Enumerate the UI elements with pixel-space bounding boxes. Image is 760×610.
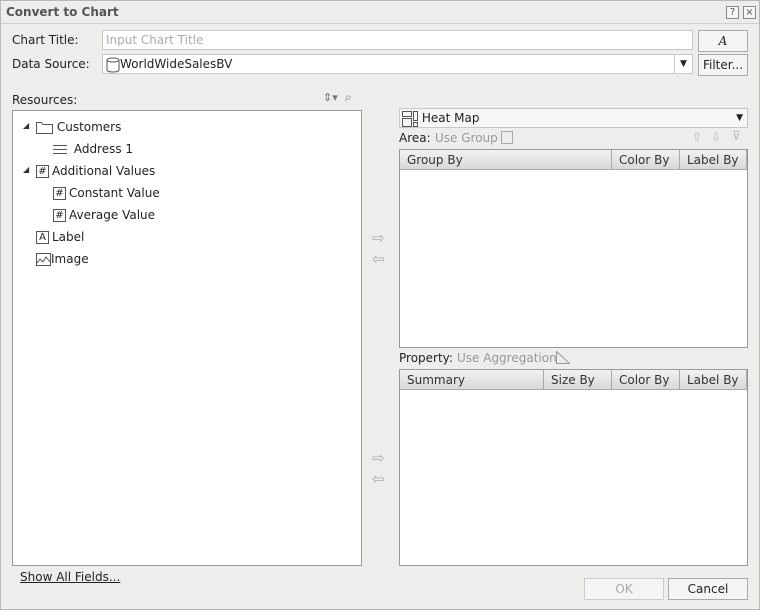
folder-icon — [36, 121, 53, 134]
close-icon[interactable]: × — [743, 6, 756, 19]
filter-icon[interactable]: ⊽ — [732, 129, 741, 143]
ok-button[interactable]: OK — [584, 578, 664, 600]
resources-tree: ◢ Customers Address 1 ◢ # Additional Valu… — [12, 110, 362, 566]
aggregation-icon[interactable] — [556, 351, 570, 364]
move-up-icon[interactable]: ⇧ — [692, 130, 702, 144]
area-grid-header: Group By Color By Label By — [400, 150, 747, 170]
remove-arrow-icon[interactable]: ⇦ — [372, 250, 385, 268]
dialog-title: Convert to Chart — [6, 5, 119, 19]
add-arrow-icon[interactable]: ⇨ — [372, 229, 385, 247]
use-aggregation-option[interactable]: Use Aggregation — [457, 351, 557, 365]
column-color-by[interactable]: Color By — [612, 150, 680, 170]
property-label: Property: — [399, 351, 453, 365]
cancel-button[interactable]: Cancel — [668, 578, 748, 600]
tree-item-customers[interactable]: Customers — [36, 117, 121, 137]
column-group-by[interactable]: Group By — [400, 150, 612, 170]
tree-item-average-value[interactable]: # Average Value — [53, 205, 155, 225]
group-icon[interactable] — [501, 131, 513, 144]
collapse-icon[interactable]: ◢ — [23, 165, 29, 174]
field-icon — [53, 145, 67, 154]
chevron-down-icon: ▼ — [736, 113, 743, 123]
column-label-by[interactable]: Label By — [680, 370, 747, 390]
chart-title-input[interactable]: Input Chart Title — [102, 30, 693, 50]
chart-title-label: Chart Title: — [12, 33, 79, 47]
resources-label: Resources: — [12, 93, 78, 107]
move-down-icon[interactable]: ⇩ — [711, 130, 721, 144]
font-button[interactable]: A — [698, 30, 748, 52]
collapse-icon[interactable]: ◢ — [23, 121, 29, 130]
data-source-select[interactable]: WorldWideSalesBV ▼ — [102, 54, 693, 74]
help-icon[interactable]: ? — [726, 6, 739, 19]
tree-item-constant-value[interactable]: # Constant Value — [53, 183, 160, 203]
database-icon — [106, 57, 120, 73]
number-icon: # — [36, 165, 49, 178]
chart-title-placeholder: Input Chart Title — [106, 33, 204, 47]
filter-button[interactable]: Filter... — [698, 54, 748, 76]
search-icon[interactable]: ⌕ — [345, 90, 352, 105]
data-source-value: WorldWideSalesBV — [120, 57, 233, 71]
heat-map-icon — [402, 110, 418, 127]
image-icon — [36, 253, 51, 266]
property-grid-header: Summary Size By Color By Label By — [400, 370, 747, 390]
tree-item-label[interactable]: A Label — [36, 227, 84, 247]
column-summary[interactable]: Summary — [400, 370, 544, 390]
property-grid: Summary Size By Color By Label By — [399, 369, 748, 566]
area-grid: Group By Color By Label By — [399, 149, 748, 348]
data-source-label: Data Source: — [12, 57, 90, 71]
number-icon: # — [53, 187, 66, 200]
number-icon: # — [53, 209, 66, 222]
chart-type-select[interactable]: Heat Map ▼ — [399, 108, 748, 128]
sort-icon[interactable]: ⇕▾ — [323, 91, 338, 104]
column-size-by[interactable]: Size By — [544, 370, 612, 390]
label-icon: A — [36, 231, 49, 244]
chevron-down-icon[interactable]: ▼ — [674, 55, 692, 73]
tree-item-image[interactable]: Image — [36, 249, 89, 269]
tree-item-additional-values[interactable]: # Additional Values — [36, 161, 155, 181]
area-label: Area: — [399, 131, 431, 145]
add-arrow-icon[interactable]: ⇨ — [372, 449, 385, 467]
remove-arrow-icon[interactable]: ⇦ — [372, 470, 385, 488]
use-group-option[interactable]: Use Group — [435, 131, 498, 145]
tree-item-address-1[interactable]: Address 1 — [53, 139, 133, 159]
column-label-by[interactable]: Label By — [680, 150, 747, 170]
show-all-fields-link[interactable]: Show All Fields... — [20, 570, 120, 584]
column-color-by[interactable]: Color By — [612, 370, 680, 390]
convert-to-chart-dialog: Convert to Chart ? × Chart Title: Input … — [0, 0, 760, 610]
title-bar: Convert to Chart ? × — [1, 1, 759, 24]
